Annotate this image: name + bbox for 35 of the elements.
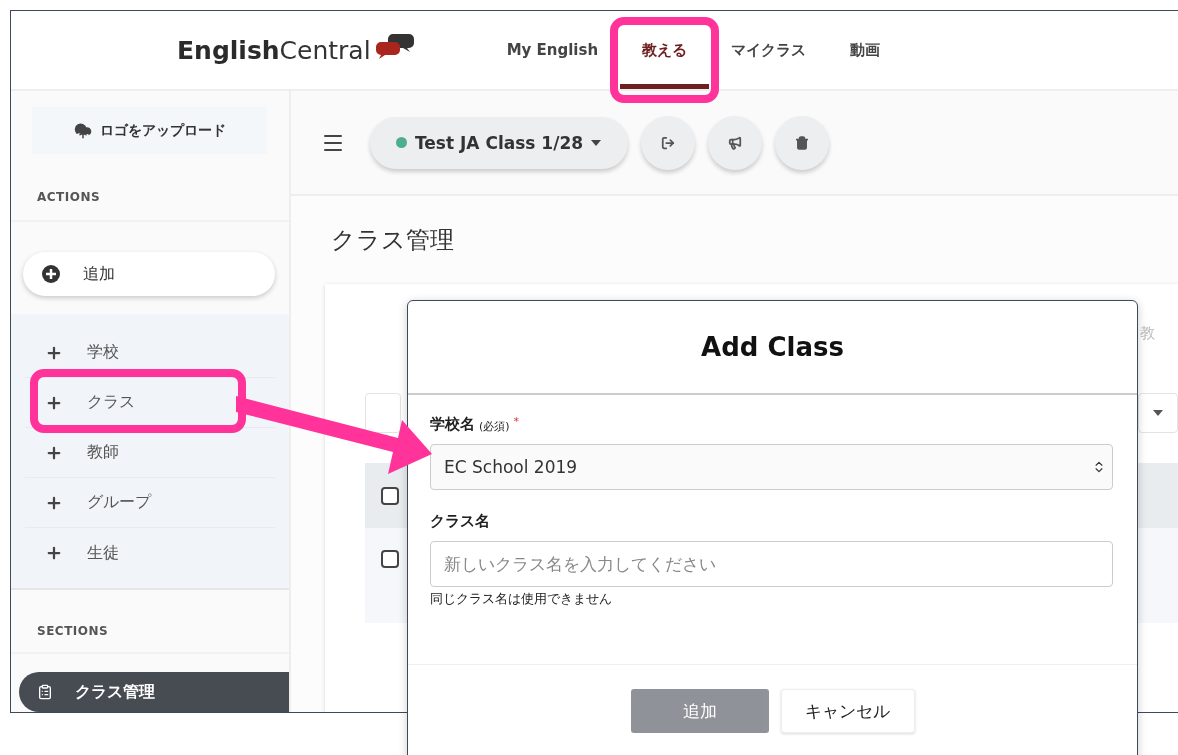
add-button[interactable]: 追加 <box>23 252 275 297</box>
logo[interactable]: EnglishCentral <box>177 35 415 65</box>
dialog-title: Add Class <box>701 332 844 362</box>
section-item[interactable]: クラス管理 <box>19 672 289 712</box>
checkbox[interactable] <box>381 550 399 568</box>
section-heading: SECTIONS <box>37 624 109 639</box>
add-menu-item[interactable]: 教師 <box>45 438 119 467</box>
upload-logo-button[interactable]: ロゴをアップロード <box>32 107 267 155</box>
help-text: 同じクラス名は使用できません <box>430 590 613 608</box>
add-menu-item[interactable]: グループ <box>45 488 151 517</box>
cancel-button[interactable]: キャンセル <box>780 689 915 733</box>
add-menu-item[interactable]: 学校 <box>45 338 119 367</box>
megaphone-icon[interactable] <box>708 115 762 170</box>
field-label: 学校名 <box>430 415 475 434</box>
column-label: 教 <box>1140 324 1156 343</box>
required-mark: * <box>513 415 520 428</box>
add-menu-item[interactable]: クラス <box>45 388 135 417</box>
page-title: クラス管理 <box>331 225 455 256</box>
class-selector[interactable]: Test JA Class 1/28 <box>370 116 628 169</box>
nav-tab[interactable]: 動画 <box>828 11 903 89</box>
nav-tab[interactable]: マイクラス <box>709 11 829 89</box>
field-label: クラス名 <box>430 512 490 531</box>
checkbox[interactable] <box>381 486 399 505</box>
add-menu-item[interactable]: 生徒 <box>45 539 119 568</box>
class-name-input[interactable]: 新しいクラス名を入力してください <box>430 541 1113 587</box>
clipboard-icon <box>37 684 53 701</box>
school-select[interactable]: EC School 2019 <box>430 444 1113 490</box>
nav-tab[interactable]: My English <box>484 11 621 89</box>
cloud-upload-icon <box>73 121 92 140</box>
plus-circle-icon <box>41 264 61 285</box>
caret-icon <box>1153 410 1163 416</box>
trash-icon[interactable] <box>775 115 829 170</box>
section-heading: ACTIONS <box>37 190 101 205</box>
caret-icon <box>591 139 602 146</box>
required-note: (必須) <box>479 419 510 434</box>
